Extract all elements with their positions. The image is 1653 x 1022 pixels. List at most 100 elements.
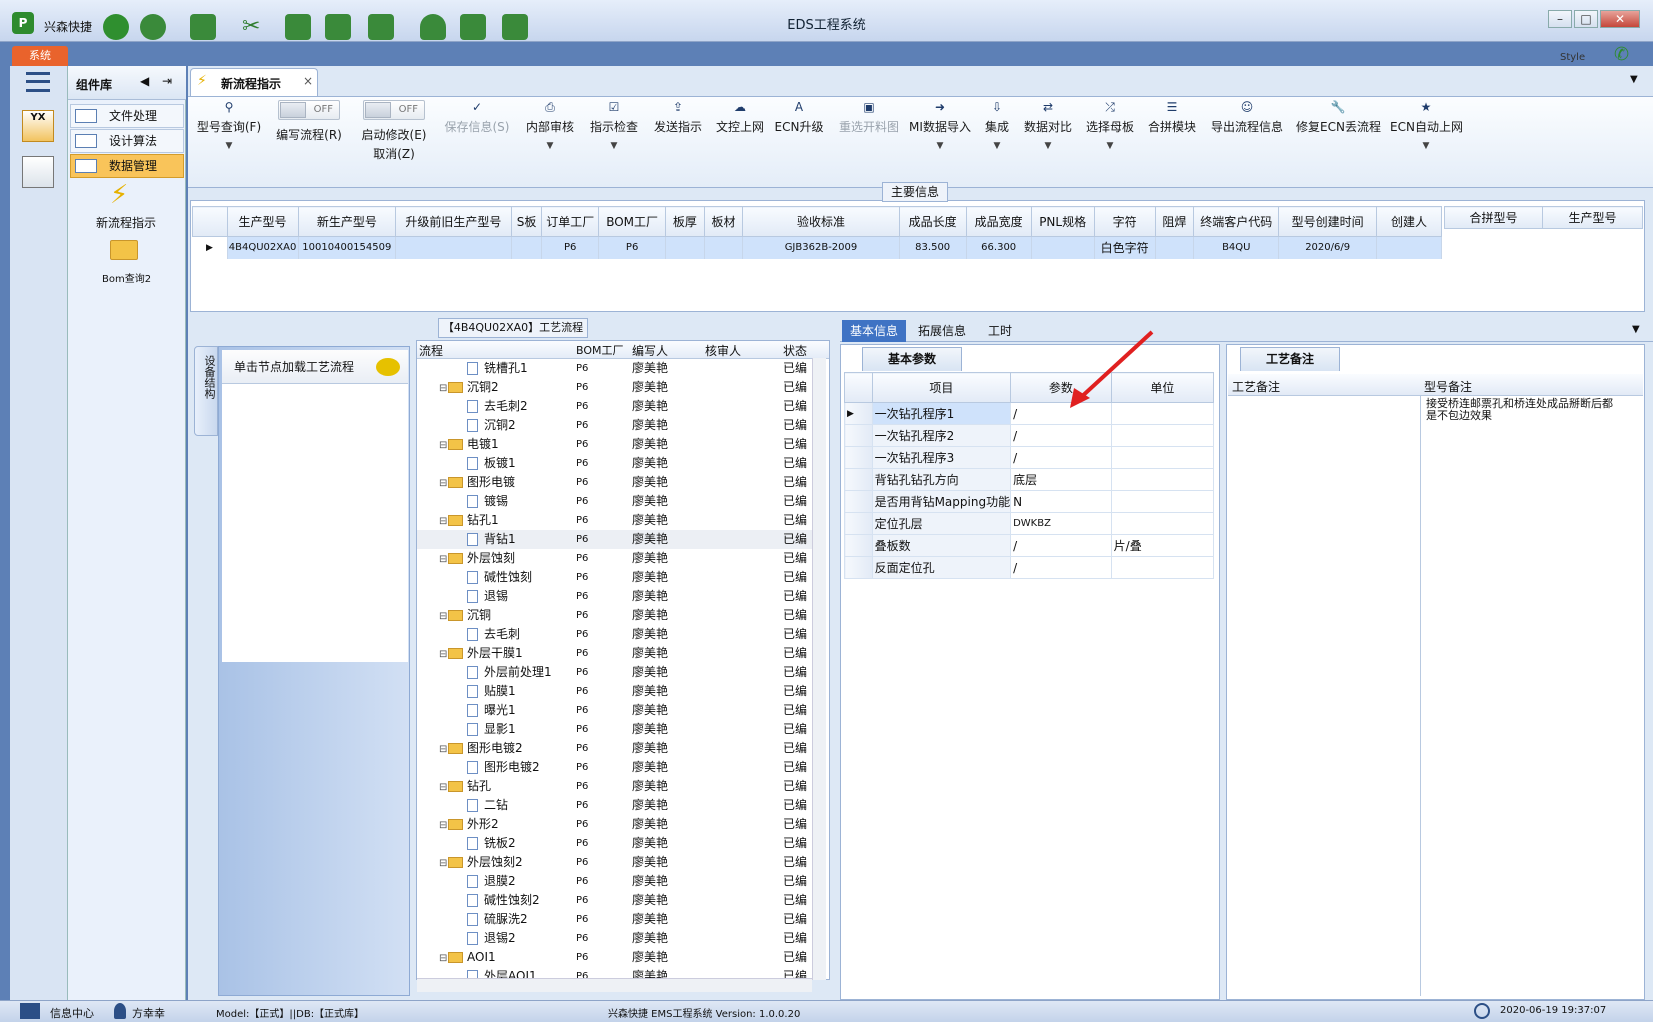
column-header[interactable]: 项目 [871,372,1012,403]
tab-extended-info[interactable]: 拓展信息 [910,320,974,342]
tab-process-remarks[interactable]: 工艺备注 [1240,347,1340,371]
export-flow-button[interactable]: ☺ 导出流程信息 [1208,100,1286,184]
tree-row[interactable]: ⊟ 沉铜2 P6 廖美艳 已编 [417,378,817,397]
save-info-button[interactable]: ✓ 保存信息(S) [442,100,512,184]
tree-vertical-scrollbar[interactable] [812,358,826,980]
table-cell[interactable]: 2020/6/9 [1278,236,1377,259]
tree-row[interactable]: 铣槽孔1 P6 廖美艳 已编 [417,359,817,378]
ecn-auto-upload-button[interactable]: ★ ECN自动上网 ▼ [1390,100,1463,184]
param-item-cell[interactable]: 反面定位孔 [871,556,1012,579]
collapse-toggle-icon[interactable]: ⊟ [439,607,448,626]
tree-row[interactable]: ⊟ 图形电镀2 P6 廖美艳 已编 [417,739,817,758]
collapse-toggle-icon[interactable]: ⊟ [439,512,448,531]
tab-new-flow-instruction[interactable]: ⚡ 新流程指示 × [190,68,318,96]
panel-menu-chevron-icon[interactable]: ▼ [1632,324,1640,335]
collapse-toggle-icon[interactable]: ⊟ [439,854,448,873]
param-value-cell[interactable]: N [1010,490,1112,513]
sidebar-item-design-algorithm[interactable]: 设计算法 [70,129,184,153]
param-value-cell[interactable]: / [1010,556,1112,579]
tool-bom-query[interactable]: Bom查询2 [102,270,151,285]
column-header[interactable]: 生产型号 [1542,206,1643,229]
tree-row[interactable]: ⊟ 图形电镀 P6 廖美艳 已编 [417,473,817,492]
tree-row[interactable]: 碱性蚀刻2 P6 廖美艳 已编 [417,891,817,910]
column-header[interactable]: 成品长度 [898,206,967,237]
table-cell[interactable]: P6 [541,236,600,259]
factory-icon[interactable]: YX [22,110,54,142]
calculator-icon[interactable] [22,156,54,188]
collapse-toggle-icon[interactable]: ⊟ [439,816,448,835]
style-menu[interactable]: Style [1560,52,1585,63]
model-remark-text[interactable]: 接受桥连邮票孔和桥连处成品掰断后都是不包边效果 [1426,398,1616,422]
param-unit-cell[interactable] [1110,468,1215,491]
collapse-toggle-icon[interactable]: ⊟ [439,550,448,569]
tree-row[interactable]: ⊟ 外层蚀刻2 P6 廖美艳 已编 [417,853,817,872]
tab-basic-info[interactable]: 基本信息 [842,320,907,342]
param-item-cell[interactable]: 定位孔层 [871,512,1012,535]
tree-row[interactable]: 退锡 P6 廖美艳 已编 [417,587,817,606]
close-button[interactable]: ✕ [1600,10,1640,28]
column-header[interactable]: 板材 [703,206,744,237]
column-header[interactable]: BOM工厂 [598,206,667,237]
minimize-button[interactable]: – [1548,10,1572,28]
sidebar-item-data-management[interactable]: 数据管理 [70,154,184,178]
lightning-icon[interactable]: ⚡ [110,180,128,210]
fix-ecn-button[interactable]: 🔧 修复ECN丢流程 [1296,100,1381,184]
param-row[interactable]: 一次钻孔程序2/ [844,424,1215,447]
maximize-button[interactable]: □ [1574,10,1598,28]
tree-row[interactable]: ⊟ 外层干膜1 P6 廖美艳 已编 [417,644,817,663]
param-row[interactable]: 是否用背钻Mapping功能 N [844,490,1215,513]
param-value-cell[interactable]: / [1010,534,1112,557]
table-cell[interactable] [511,236,543,259]
table-cell[interactable]: 10010400154509 [298,236,397,259]
param-row[interactable]: 定位孔层 DWKBZ [844,512,1215,535]
table-cell[interactable] [665,236,705,259]
param-unit-cell[interactable] [1110,424,1215,447]
collapse-toggle-icon[interactable]: ⊟ [439,778,448,797]
tree-row[interactable]: 硫脲洗2 P6 廖美艳 已编 [417,910,817,929]
send-instruction-button[interactable]: ⇪ 发送指示 [650,100,706,184]
column-header[interactable]: 字符 [1093,206,1156,237]
table-cell[interactable]: 66.300 [966,236,1032,259]
column-header[interactable]: 流程 [419,342,443,359]
collapse-toggle-icon[interactable]: ⊟ [439,645,448,664]
column-header[interactable]: 成品宽度 [965,206,1032,237]
tree-row[interactable]: 二钻 P6 廖美艳 已编 [417,796,817,815]
table-cell[interactable] [1376,236,1443,259]
tree-row[interactable]: 退膜2 P6 廖美艳 已编 [417,872,817,891]
column-header[interactable]: 终端客户代码 [1193,206,1280,237]
param-row[interactable]: 叠板数 / 片/叠 [844,534,1215,557]
param-value-cell[interactable]: 底层 [1010,468,1112,491]
tree-row[interactable]: 曝光1 P6 廖美艳 已编 [417,701,817,720]
tree-row[interactable]: 碱性蚀刻 P6 廖美艳 已编 [417,568,817,587]
collapse-toggle-icon[interactable]: ⊟ [439,379,448,398]
hamburger-menu-icon[interactable] [26,72,50,92]
tab-basic-params[interactable]: 基本参数 [862,347,962,371]
collapse-left-icon[interactable]: ◀ [140,74,149,88]
param-item-cell[interactable]: 背钻孔钻孔方向 [871,468,1012,491]
param-item-cell[interactable]: 一次钻孔程序2 [871,424,1012,447]
column-header[interactable]: 工艺备注 [1232,378,1280,395]
column-header[interactable]: 生产型号 [226,206,299,237]
write-flow-switch[interactable]: OFF [278,100,340,120]
type-query-button[interactable]: ⚲ 型号查询(F) ▼ [196,100,262,184]
tree-row[interactable]: 图形电镀2 P6 廖美艳 已编 [417,758,817,777]
node-hint-header[interactable]: 单击节点加载工艺流程 [222,350,408,384]
param-item-cell[interactable]: 是否用背钻Mapping功能 [871,490,1012,513]
column-header[interactable]: 核审人 [705,342,741,359]
write-flow-toggle[interactable]: OFF 编写流程(R) [272,100,346,184]
tab-work-hours[interactable]: 工时 [980,320,1020,342]
param-value-cell[interactable]: / [1010,424,1112,447]
tree-row[interactable]: 背钻1 P6 廖美艳 已编 [417,530,817,549]
auto-modify-switch[interactable]: OFF [363,100,425,120]
data-compare-button[interactable]: ⇄ 数据对比 ▼ [1022,100,1074,184]
column-header[interactable]: 合拼型号 [1444,206,1543,229]
tree-row[interactable]: 去毛刺 P6 廖美艳 已编 [417,625,817,644]
tree-row[interactable]: ⊟ 外形2 P6 廖美艳 已编 [417,815,817,834]
column-header[interactable]: 板厚 [665,206,705,237]
collapse-toggle-icon[interactable]: ⊟ [439,474,448,493]
node-list-area[interactable] [222,384,408,662]
tree-row[interactable]: 镀锡 P6 廖美艳 已编 [417,492,817,511]
column-header[interactable]: 状态 [783,342,807,359]
tree-row[interactable]: ⊟ 钻孔1 P6 廖美艳 已编 [417,511,817,530]
param-row[interactable]: 背钻孔钻孔方向 底层 [844,468,1215,491]
